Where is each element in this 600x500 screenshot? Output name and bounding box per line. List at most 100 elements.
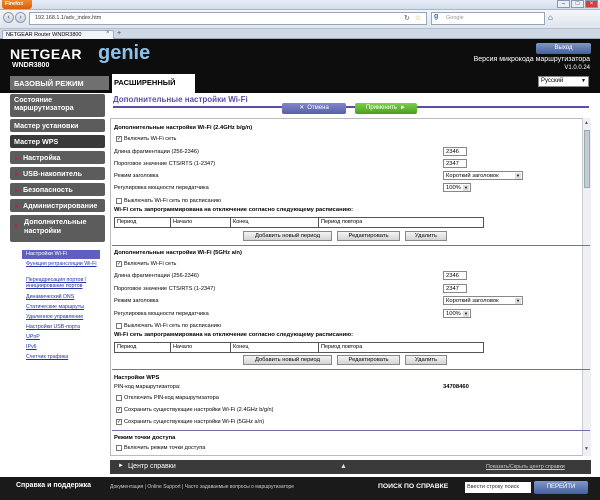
language-select[interactable]: Русский ▼ [538,76,589,87]
disable-pin-checkbox[interactable] [116,395,122,401]
sub-item-remote-mgmt[interactable]: Удаленное управление [26,314,83,320]
delete-5-button[interactable]: Удалить [405,355,447,365]
chevron-down-icon: ▼ [581,78,586,84]
maximize-icon[interactable]: □ [571,0,584,8]
sidebar-item-wps-wizard[interactable]: Мастер WPS [10,135,105,148]
sidebar-item-status[interactable]: Состояние маршрутизатора [10,94,105,117]
preamble-5-value: Короткий заголовок [446,298,499,304]
col-repeat: Период повтора [321,219,363,225]
schedule-24-note: Wi-Fi сеть запрограммирована на отключен… [114,207,354,213]
frag-5-input[interactable]: 2346 [443,271,467,280]
language-value: Русский [541,78,564,84]
schedule-24-label: Выключать Wi-Fi сеть по расписанию [124,198,222,204]
help-search-button[interactable]: ПЕРЕЙТИ [534,481,588,494]
enable-wifi-5-checkbox[interactable]: ✓ [116,261,122,267]
ap-mode-checkbox[interactable] [116,445,122,451]
new-tab-icon[interactable]: + [117,30,121,37]
sidebar-item-setup-wizard[interactable]: Мастер установки [10,119,105,132]
arrow-right-icon: ► [14,204,20,210]
enable-wifi-5-label: Включить Wi-Fi сеть [124,261,177,267]
edit-5-button[interactable]: Редактировать [337,355,400,365]
cts-5-input[interactable]: 2347 [443,284,467,293]
col-period: Период [115,343,171,353]
apply-button[interactable]: Применить ► [355,103,417,114]
enable-wifi-24-checkbox[interactable]: ✓ [116,136,122,142]
frag-24-label: Длина фрагментации (256-2346) [114,149,199,155]
keep-24-checkbox[interactable]: ✓ [116,407,122,413]
help-search-input[interactable]: Ввести строку поиск [465,482,531,493]
power-24-select[interactable]: 100% ▼ [443,183,471,192]
keep-24-label: Сохранить существующие настройки Wi-Fi (… [124,407,274,413]
schedule-5-checkbox[interactable] [116,323,122,329]
preamble-5-select[interactable]: Короткий заголовок ▼ [443,296,523,305]
col-start: Начало [171,218,231,228]
power-5-select[interactable]: 100% ▼ [443,309,471,318]
col-end: Конец [231,218,319,228]
frag-24-input[interactable]: 2346 [443,147,467,156]
logout-button[interactable]: Выход [536,43,591,54]
delete-24-button[interactable]: Удалить [405,231,447,241]
keep-5-checkbox[interactable]: ✓ [116,419,122,425]
reload-icon[interactable]: ↻ [404,14,410,22]
scroll-up-icon[interactable]: ▲ [584,120,589,126]
add-period-5-button[interactable]: Добавить новый период [243,355,332,365]
firefox-menu-button[interactable]: Firefox [2,0,32,9]
sub-item-static-routes[interactable]: Статические маршруты [26,304,84,310]
arrow-down-icon: ▼ [13,224,19,230]
sub-item-ipv6[interactable]: IPv6 [26,344,37,350]
sub-item-usb-port[interactable]: Настройки USB-порта [26,324,80,330]
tab-advanced[interactable]: РАСШИРЕННЫЙ [112,74,195,93]
search-field[interactable]: Google [431,12,545,25]
genie-logo: genie [98,42,151,64]
help-toggle-link[interactable]: Показать/Скрыть центр справки [486,464,565,470]
help-center-title: Центр справки [128,463,176,470]
sidebar-item-security[interactable]: ► Безопасность [10,183,105,196]
sub-item-repeater[interactable]: Функция ретрансляции Wi-Fi [26,261,102,267]
tab-close-icon[interactable]: × [106,30,110,36]
apply-label: Применить [366,105,398,111]
preamble-24-select[interactable]: Короткий заголовок ▼ [443,171,523,180]
section-title-5ghz: Дополнительные настройки Wi-Fi (5GHz a/n… [114,250,242,256]
browser-tab[interactable]: NETGEAR Router WNDR3800 [2,30,114,39]
cancel-button[interactable]: ✕ Отмена [282,103,346,114]
sidebar-item-advanced-setup[interactable]: ▼ Дополнительные настройки [10,215,105,242]
tab-basic[interactable]: БАЗОВЫЙ РЕЖИМ [10,76,109,90]
sub-item-traffic-meter[interactable]: Счетчик трафика [26,354,68,360]
schedule-24-table: Период Начало Конец Период повтора [114,217,484,228]
schedule-24-checkbox[interactable] [116,198,122,204]
sub-item-ddns[interactable]: Динамический DNS [26,294,74,300]
home-icon[interactable]: ⌂ [548,13,553,22]
sidebar-item-label: Администрирование [22,201,98,210]
minimize-icon[interactable]: – [557,0,570,8]
scroll-down-icon[interactable]: ▼ [584,446,589,452]
sidebar-item-usb[interactable]: ► USB-накопитель [10,167,105,180]
footer-links[interactable]: Документация | Online Support | Часто за… [110,484,294,490]
sidebar-item-label: Дополнительные настройки [24,217,87,235]
url-field[interactable]: 192.168.1.1/adv_index.htm [29,12,427,25]
section-divider [112,369,590,370]
sidebar-item-admin[interactable]: ► Администрирование [10,199,105,212]
schedule-5-table: Период Начало Конец Период повтора [114,342,484,353]
forward-icon[interactable]: › [15,12,26,23]
cancel-icon: ✕ [299,105,305,111]
add-period-24-button[interactable]: Добавить новый период [243,231,332,241]
cts-24-input[interactable]: 2347 [443,159,467,168]
expand-up-icon[interactable]: ▲ [340,463,347,470]
scrollbar[interactable]: ▲ ▼ [582,118,591,456]
back-icon[interactable]: ‹ [3,12,14,23]
arrow-right-icon: ► [14,156,20,162]
firmware-label: Версия микрокода маршрутизатора [473,56,590,63]
col-start: Начало [171,343,231,353]
url-text: 192.168.1.1/adv_index.htm [35,15,102,21]
disable-pin-label: Отключить PIN-код маршрутизатора [124,395,219,401]
close-icon[interactable]: × [585,0,598,8]
edit-24-button[interactable]: Редактировать [337,231,400,241]
sub-item-port-forwarding[interactable]: Переадресация портов / инициирование пор… [26,277,104,289]
bookmark-star-icon[interactable]: ☆ [415,14,421,22]
wps-pin-label: PIN-код маршрутизатора: [114,384,181,390]
scroll-thumb[interactable] [584,130,590,188]
sidebar-item-setup[interactable]: ► Настройка [10,151,105,164]
title-divider [113,106,589,108]
sub-item-upnp[interactable]: UPnP [26,334,40,340]
sub-item-wifi-settings[interactable]: Настройки Wi-Fi [22,250,100,259]
